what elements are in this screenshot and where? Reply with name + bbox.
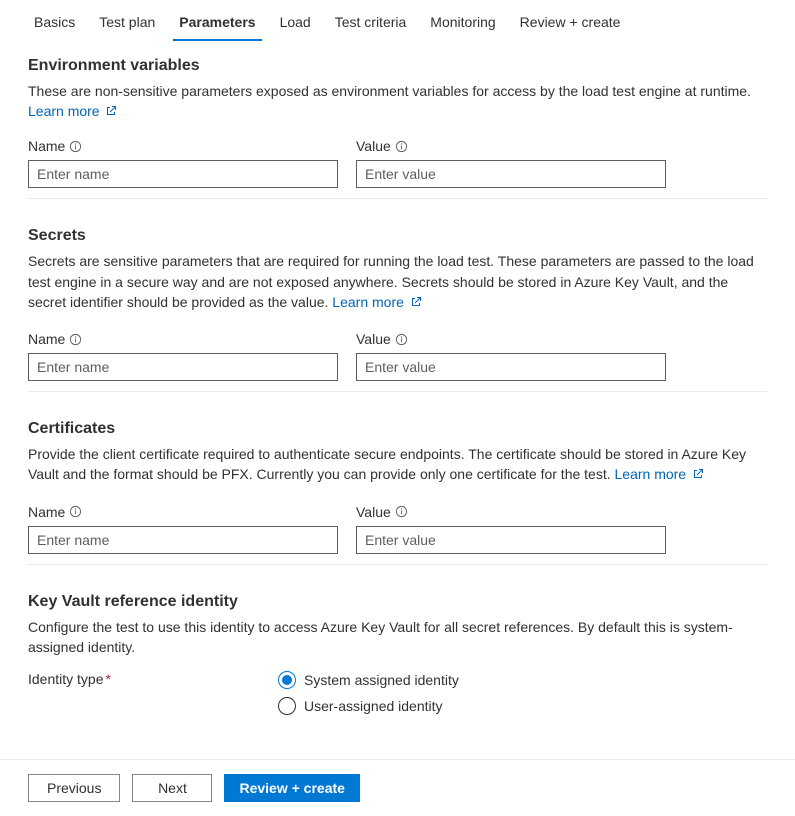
secret-name-label: Name — [28, 331, 65, 347]
info-icon[interactable] — [69, 505, 82, 518]
secrets-heading: Secrets — [28, 227, 767, 245]
cert-name-field: Name — [28, 504, 338, 554]
secret-name-input[interactable] — [28, 353, 338, 381]
cert-value-input[interactable] — [356, 526, 666, 554]
env-name-field: Name — [28, 138, 338, 188]
tab-basics[interactable]: Basics — [22, 6, 87, 40]
env-value-field: Value — [356, 138, 666, 188]
info-icon[interactable] — [69, 333, 82, 346]
tab-parameters[interactable]: Parameters — [167, 6, 267, 40]
tab-test-plan[interactable]: Test plan — [87, 6, 167, 40]
wizard-footer: Previous Next Review + create — [0, 759, 795, 816]
env-name-label: Name — [28, 138, 65, 154]
secrets-learn-more-link[interactable]: Learn more — [332, 294, 421, 310]
radio-system-assigned-label: System assigned identity — [304, 672, 459, 688]
env-vars-description: These are non-sensitive parameters expos… — [28, 81, 767, 101]
env-value-label: Value — [356, 138, 391, 154]
info-icon[interactable] — [395, 140, 408, 153]
info-icon[interactable] — [69, 140, 82, 153]
previous-button[interactable]: Previous — [28, 774, 120, 802]
info-icon[interactable] — [395, 505, 408, 518]
kv-heading: Key Vault reference identity — [28, 593, 767, 611]
env-name-input[interactable] — [28, 160, 338, 188]
secrets-description: Secrets are sensitive parameters that ar… — [28, 251, 767, 313]
section-env-vars: Environment variables These are non-sens… — [28, 57, 767, 199]
external-link-icon — [410, 293, 422, 313]
secret-value-input[interactable] — [356, 353, 666, 381]
tab-review-create[interactable]: Review + create — [508, 6, 633, 40]
review-create-button[interactable]: Review + create — [224, 774, 359, 802]
info-icon[interactable] — [395, 333, 408, 346]
certs-learn-more-link[interactable]: Learn more — [615, 466, 704, 482]
identity-type-label: Identity type — [28, 671, 104, 687]
identity-type-radio-group: System assigned identity User-assigned i… — [278, 671, 459, 715]
cert-name-input[interactable] — [28, 526, 338, 554]
section-secrets: Secrets Secrets are sensitive parameters… — [28, 227, 767, 392]
tab-load[interactable]: Load — [268, 6, 323, 40]
kv-description: Configure the test to use this identity … — [28, 617, 767, 658]
certs-description: Provide the client certificate required … — [28, 444, 767, 486]
certs-heading: Certificates — [28, 420, 767, 438]
divider — [28, 391, 767, 392]
env-vars-learn-more-link[interactable]: Learn more — [28, 103, 117, 119]
secret-value-label: Value — [356, 331, 391, 347]
section-key-vault-identity: Key Vault reference identity Configure t… — [28, 593, 767, 716]
cert-name-label: Name — [28, 504, 65, 520]
secret-value-field: Value — [356, 331, 666, 381]
parameters-panel: Environment variables These are non-sens… — [0, 41, 795, 759]
next-button[interactable]: Next — [132, 774, 212, 802]
divider — [28, 198, 767, 199]
external-link-icon — [692, 465, 704, 485]
external-link-icon — [105, 104, 117, 120]
cert-value-field: Value — [356, 504, 666, 554]
env-value-input[interactable] — [356, 160, 666, 188]
env-vars-heading: Environment variables — [28, 57, 767, 75]
divider — [28, 564, 767, 565]
secret-name-field: Name — [28, 331, 338, 381]
section-certificates: Certificates Provide the client certific… — [28, 420, 767, 565]
required-indicator: * — [106, 671, 111, 687]
radio-user-assigned-label: User-assigned identity — [304, 698, 443, 714]
radio-icon — [278, 697, 296, 715]
cert-value-label: Value — [356, 504, 391, 520]
radio-icon — [278, 671, 296, 689]
radio-user-assigned[interactable]: User-assigned identity — [278, 697, 459, 715]
tab-monitoring[interactable]: Monitoring — [418, 6, 507, 40]
radio-system-assigned[interactable]: System assigned identity — [278, 671, 459, 689]
tab-test-criteria[interactable]: Test criteria — [323, 6, 419, 40]
wizard-tabs: Basics Test plan Parameters Load Test cr… — [0, 0, 795, 41]
